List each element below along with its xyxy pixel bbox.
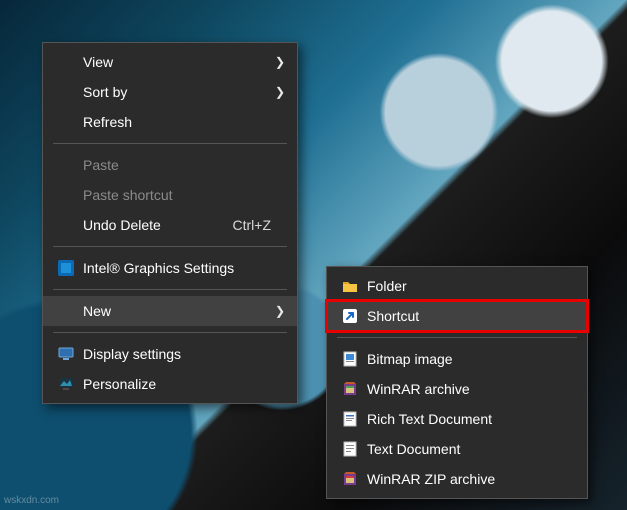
menu-separator <box>53 143 287 144</box>
menu-item-accelerator: Ctrl+Z <box>221 217 272 233</box>
intel-icon <box>53 259 79 277</box>
menu-item-label: Intel® Graphics Settings <box>79 260 271 276</box>
menu-item-display-settings[interactable]: Display settings <box>43 339 297 369</box>
new-submenu: Folder Shortcut Bitmap image WinRAR archive… <box>326 266 588 499</box>
menu-item-label: Paste shortcut <box>79 187 271 203</box>
txt-icon <box>337 440 363 458</box>
menu-item-label: Sort by <box>79 84 271 100</box>
rtf-icon <box>337 410 363 428</box>
menu-item-label: Paste <box>79 157 271 173</box>
desktop-context-menu: View❯Sort by❯RefreshPastePaste shortcutU… <box>42 42 298 404</box>
menu-item-label: Personalize <box>79 376 271 392</box>
zip-icon <box>337 470 363 488</box>
menu-separator <box>337 337 577 338</box>
menu-item-winrar-archive[interactable]: WinRAR archive <box>327 374 587 404</box>
menu-separator <box>53 289 287 290</box>
display-icon <box>53 345 79 363</box>
menu-item-new[interactable]: New❯ <box>43 296 297 326</box>
menu-item-winrar-zip-archive[interactable]: WinRAR ZIP archive <box>327 464 587 494</box>
menu-item-label: Rich Text Document <box>363 411 561 427</box>
rar-icon <box>337 380 363 398</box>
menu-item-refresh[interactable]: Refresh <box>43 107 297 137</box>
bitmap-icon <box>337 350 363 368</box>
chevron-right-icon: ❯ <box>271 55 285 69</box>
menu-item-paste-shortcut: Paste shortcut <box>43 180 297 210</box>
menu-item-intel-graphics-settings[interactable]: Intel® Graphics Settings <box>43 253 297 283</box>
menu-item-label: New <box>79 303 271 319</box>
menu-item-undo-delete[interactable]: Undo DeleteCtrl+Z <box>43 210 297 240</box>
menu-item-label: Bitmap image <box>363 351 561 367</box>
menu-item-label: Refresh <box>79 114 271 130</box>
menu-item-sort-by[interactable]: Sort by❯ <box>43 77 297 107</box>
menu-item-label: View <box>79 54 271 70</box>
menu-item-folder[interactable]: Folder <box>327 271 587 301</box>
menu-item-rich-text-document[interactable]: Rich Text Document <box>327 404 587 434</box>
menu-item-view[interactable]: View❯ <box>43 47 297 77</box>
menu-item-label: Shortcut <box>363 308 561 324</box>
menu-item-label: WinRAR ZIP archive <box>363 471 561 487</box>
menu-item-personalize[interactable]: Personalize <box>43 369 297 399</box>
menu-item-paste: Paste <box>43 150 297 180</box>
folder-icon <box>337 277 363 295</box>
menu-item-bitmap-image[interactable]: Bitmap image <box>327 344 587 374</box>
menu-item-text-document[interactable]: Text Document <box>327 434 587 464</box>
menu-item-label: Display settings <box>79 346 271 362</box>
shortcut-icon <box>337 307 363 325</box>
menu-item-label: Undo Delete <box>79 217 221 233</box>
menu-item-label: Text Document <box>363 441 561 457</box>
chevron-right-icon: ❯ <box>271 304 285 318</box>
menu-item-shortcut[interactable]: Shortcut <box>327 301 587 331</box>
watermark-text: wskxdn.com <box>4 495 59 506</box>
chevron-right-icon: ❯ <box>271 85 285 99</box>
menu-item-label: Folder <box>363 278 561 294</box>
menu-item-label: WinRAR archive <box>363 381 561 397</box>
menu-separator <box>53 246 287 247</box>
personalize-icon <box>53 375 79 393</box>
menu-separator <box>53 332 287 333</box>
